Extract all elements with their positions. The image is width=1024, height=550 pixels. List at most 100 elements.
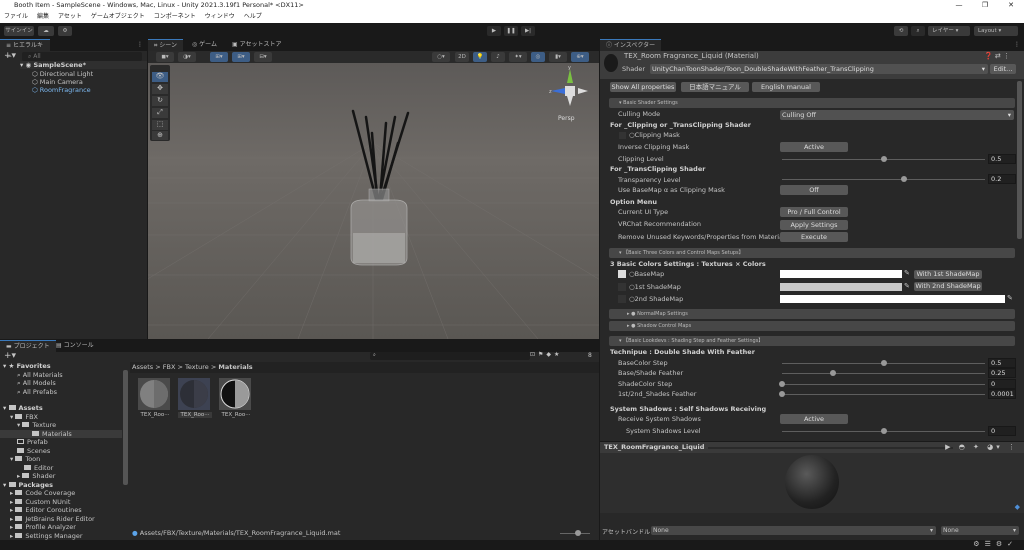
slider-knob[interactable] xyxy=(779,391,786,397)
history-icon[interactable]: ⟲ xyxy=(894,26,908,36)
hidden-objects-icon[interactable]: ◎ xyxy=(531,52,545,62)
asset-bundle-dropdown[interactable]: None ▾ xyxy=(651,526,936,535)
section-basic-three-colors[interactable]: ▾ 【Basic Three Colors and Control Maps S… xyxy=(609,248,1015,258)
slider-knob[interactable] xyxy=(880,428,887,434)
folder-item[interactable]: ▸ Shader xyxy=(17,472,55,480)
add-icon[interactable]: +▾ xyxy=(4,351,16,361)
base-shade-feather-field[interactable]: 0.25 xyxy=(988,368,1016,378)
folder-item[interactable]: ▾ FBX xyxy=(10,413,38,421)
menu-edit[interactable]: 編集 xyxy=(37,11,49,23)
shadecolor-step-field[interactable]: 0 xyxy=(988,379,1016,389)
2d-toggle[interactable]: 2D xyxy=(455,52,469,62)
shadow-level-field[interactable]: 0 xyxy=(988,426,1016,436)
close-button[interactable]: ✕ xyxy=(998,0,1024,11)
package-item[interactable]: ▸ Profile Analyzer xyxy=(10,523,76,531)
persp-label[interactable]: Persp xyxy=(558,115,575,122)
shademap2-texture-slot[interactable] xyxy=(618,295,626,303)
rotate-tool-icon[interactable]: ↻ xyxy=(152,96,168,106)
scene-root[interactable]: ▾ ◉ SampleScene* xyxy=(20,61,147,69)
inverse-clipping-button[interactable]: Active xyxy=(780,142,848,152)
layout-dropdown[interactable]: Layout ▾ xyxy=(974,26,1018,36)
folder-item[interactable]: Scenes xyxy=(17,447,50,455)
asset-tile-selected[interactable]: TEX_Roo··· xyxy=(178,378,212,418)
shadecolor-step-slider[interactable] xyxy=(779,381,985,387)
zoom-slider[interactable] xyxy=(560,530,590,536)
japanese-manual-button[interactable]: 日本語マニュアル xyxy=(681,82,749,92)
tab-scene[interactable]: ⌗ シーン xyxy=(148,39,183,51)
camera-icon[interactable]: ▮▾ xyxy=(549,52,567,62)
hierarchy-item[interactable]: ⬡ Main Camera xyxy=(32,78,83,86)
gizmos-icon[interactable]: ⊕▾ xyxy=(571,52,589,62)
header-icons[interactable]: ❓ ⇄ ⋮ xyxy=(984,52,1010,60)
folder-item[interactable]: Prefab xyxy=(17,438,48,446)
menu-gameobject[interactable]: ゲームオブジェクト xyxy=(91,11,145,23)
folder-item[interactable]: ▾ Toon xyxy=(10,455,40,463)
shademap1-texture-slot[interactable] xyxy=(618,283,626,291)
search-icon[interactable]: ⌕ xyxy=(911,26,925,36)
apply-settings-button[interactable]: Apply Settings xyxy=(780,220,848,230)
section-shadow-control-maps[interactable]: ▸ ● Shadow Control Maps xyxy=(609,321,1015,331)
show-all-properties-button[interactable]: Show All properties xyxy=(610,82,676,92)
package-item[interactable]: ▸ Editor Coroutines xyxy=(10,506,82,514)
slider-knob[interactable] xyxy=(880,156,887,162)
shademap2-color-field[interactable] xyxy=(780,295,1005,303)
breadcrumb-item[interactable]: Materials xyxy=(218,363,252,371)
clipping-level-slider[interactable] xyxy=(782,156,985,162)
packages-node[interactable]: ▾ Packages xyxy=(3,481,53,489)
package-item[interactable]: ▸ JetBrains Rider Editor xyxy=(10,515,95,523)
move-tool-icon[interactable]: ✥ xyxy=(152,84,168,94)
shades-feather-field[interactable]: 0.0001 xyxy=(988,389,1016,399)
inspector-scrollbar[interactable] xyxy=(1017,81,1022,239)
shader-dropdown[interactable]: UnityChanToonShader/Toon_DoubleShadeWith… xyxy=(650,64,988,74)
tab-asset-store[interactable]: ▣ アセットストア xyxy=(226,39,287,51)
lighting-icon[interactable]: 💡 xyxy=(473,52,487,62)
increment-snap-icon[interactable]: ⊞▾ xyxy=(232,52,250,62)
lock-icon[interactable]: ⋮ xyxy=(1014,39,1020,51)
tab-inspector[interactable]: ⓘ インスペクター xyxy=(600,39,662,51)
slider-knob[interactable] xyxy=(829,370,836,376)
minimize-button[interactable]: — xyxy=(946,0,972,11)
maximize-button[interactable]: ❐ xyxy=(972,0,998,11)
slider-knob[interactable] xyxy=(880,360,887,366)
signin-button[interactable]: サインイン xyxy=(4,26,34,36)
clipping-mask-slot[interactable] xyxy=(619,132,626,139)
render-mode-icon[interactable]: ◑▾ xyxy=(178,52,196,62)
transparency-level-field[interactable]: 0.2 xyxy=(988,174,1016,184)
collab-icon[interactable]: ⚙ xyxy=(58,26,72,36)
shademap1-color-field[interactable] xyxy=(780,283,902,291)
eyedropper-icon[interactable]: ✎ xyxy=(904,269,910,277)
package-item[interactable]: ▸ Settings Manager xyxy=(10,532,83,540)
transform-tool-icon[interactable]: ⊕ xyxy=(152,131,168,140)
menu-assets[interactable]: アセット xyxy=(58,11,82,23)
filter-icons[interactable]: ⊡⚑◆★ xyxy=(530,351,562,358)
add-icon[interactable]: +▾ xyxy=(4,51,16,61)
layers-dropdown[interactable]: レイヤー ▾ xyxy=(928,26,970,36)
menu-component[interactable]: コンポーネント xyxy=(154,11,196,23)
align-icon[interactable]: ⊟▾ xyxy=(254,52,272,62)
asset-tile[interactable]: TEX_Roo··· xyxy=(138,378,172,418)
grid-snap-icon[interactable]: ⊞▾ xyxy=(210,52,228,62)
with-2nd-shademap-button[interactable]: With 2nd ShadeMap xyxy=(914,282,982,291)
with-1st-shademap-button[interactable]: With 1st ShadeMap xyxy=(914,270,982,279)
eyedropper-icon[interactable]: ✎ xyxy=(1007,294,1013,302)
slider-knob[interactable] xyxy=(779,381,785,387)
tab-console[interactable]: ▤ コンソール xyxy=(50,340,100,352)
basemap-color-field[interactable] xyxy=(780,270,902,278)
menu-help[interactable]: ヘルプ xyxy=(244,11,262,23)
view-tool-icon[interactable]: 👁 xyxy=(152,72,168,82)
cloud-icon[interactable]: ☁ xyxy=(38,26,54,36)
transparency-level-slider[interactable] xyxy=(782,176,985,182)
culling-mode-dropdown[interactable]: Culling Off ▾ xyxy=(780,110,1014,120)
lock-icon[interactable]: ⋮ xyxy=(137,39,143,51)
status-icons[interactable]: ⚙☰⚙✓ xyxy=(973,540,1018,548)
base-shade-feather-slider[interactable] xyxy=(782,370,985,376)
draw-mode-icon[interactable]: ◼▾ xyxy=(156,52,174,62)
favorites-node[interactable]: ▾ ★ Favorites xyxy=(3,362,51,370)
clipping-level-field[interactable]: 0.5 xyxy=(988,154,1016,164)
scene-viewport[interactable]: y z Persp xyxy=(148,63,599,339)
package-item[interactable]: ▸ Custom NUnit xyxy=(10,498,70,506)
breadcrumb-item[interactable]: Texture xyxy=(185,363,209,371)
asset-variant-dropdown[interactable]: None ▾ xyxy=(941,526,1019,535)
favorite-item[interactable]: ⌕ All Models xyxy=(17,379,56,388)
folder-item[interactable]: ▾ Texture xyxy=(17,421,56,429)
